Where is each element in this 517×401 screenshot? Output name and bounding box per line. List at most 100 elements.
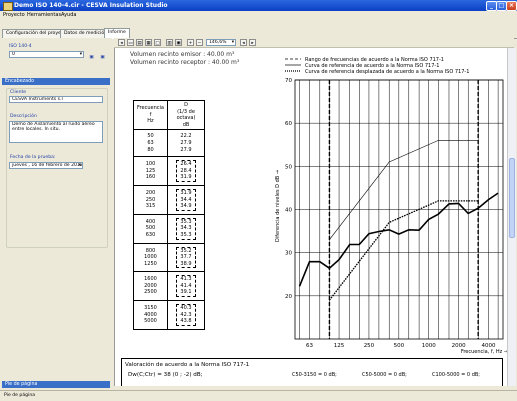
chart-legend: Rango de frecuencias de acuerdo a la Nor…	[285, 57, 469, 75]
chart-plot-area: 20304050607063 125 250 500 1000 2000 4000	[285, 78, 504, 349]
d-value: 41.4	[180, 282, 192, 289]
y-tick-label: 50	[285, 164, 292, 170]
report-page: Volumen recinto emisor : 40.00 m³ Volume…	[114, 48, 508, 386]
d-value: 38.9	[180, 260, 192, 267]
zoom-fit-icon[interactable]: ▣	[175, 39, 182, 46]
d-value: 27.9	[180, 139, 192, 146]
zoom-value: 146,6%	[209, 40, 227, 45]
y-tick-label: 20	[285, 294, 292, 300]
d-value: 35.2	[180, 247, 192, 254]
freq-cell: 100 125 160	[133, 156, 168, 186]
menu-proyecto[interactable]: Proyecto	[3, 12, 25, 18]
save-icon[interactable]: ▣	[88, 54, 95, 61]
table-row: 200 250 315 31.9 34.4 34.9	[133, 184, 205, 215]
menu-herramientas[interactable]: Herramientas	[27, 12, 61, 18]
print-setup-icon[interactable]: ▤	[136, 39, 143, 46]
freq-value: 400	[145, 218, 156, 225]
d-cell: 22.2 27.9 27.9	[167, 129, 205, 158]
d-value: 26.4	[180, 161, 192, 168]
freq-value: 80	[147, 146, 154, 153]
header-section-title[interactable]: Encabezado	[2, 78, 110, 85]
print-icon[interactable]: ▭	[127, 39, 134, 46]
standard-select[interactable]: 0 ▾	[9, 51, 84, 58]
legend-entry: Curva de referencia desplazada de acuerd…	[305, 69, 469, 75]
freq-header-1: Frecuencia	[137, 105, 164, 112]
d-value: 22.2	[180, 133, 192, 140]
vertical-scrollbar[interactable]	[507, 48, 516, 386]
report-toolbar: ◂ ▭ ▤ ▦ □ ▥ ▣ + − 146,6% ▾ ◂ ▸	[114, 38, 514, 48]
d-value: 35.3	[180, 231, 192, 238]
freq-value: 2500	[144, 289, 157, 296]
evaluated-values-box: 31.9 34.4 34.9	[176, 188, 196, 211]
chevron-down-icon: ▾	[231, 40, 234, 45]
page-icon[interactable]: □	[154, 39, 161, 46]
app-icon	[3, 2, 13, 11]
scrollbar-thumb[interactable]	[509, 158, 515, 238]
client-input[interactable]: CESVA Instruments s.l	[9, 96, 103, 103]
shifted-reference-curve	[328, 200, 479, 301]
zoom-out-icon[interactable]: −	[196, 39, 203, 46]
chart-ylabel: Diferencia de niveles D dB →	[275, 170, 281, 242]
date-value: jueves , 16 de febrero de 2012	[12, 163, 83, 168]
y-tick-label: 60	[285, 121, 292, 127]
c-term-2: C50-5000 = 0 dB;	[362, 372, 407, 378]
x-tick-label: 500	[394, 343, 405, 349]
client-label: Cliente	[10, 90, 27, 95]
d-value: 42.3	[180, 311, 192, 318]
standard-select-value: 0	[12, 52, 15, 57]
x-tick-label: 63	[306, 343, 313, 349]
prev-page-icon[interactable]: ◂	[240, 39, 247, 46]
freq-value: 250	[145, 196, 156, 203]
chevron-down-icon: ▾	[79, 52, 82, 57]
freq-value: 3150	[144, 305, 157, 312]
freq-cell: 400 500 630	[133, 213, 168, 244]
freq-header-3: Hz	[147, 118, 154, 125]
freq-value: 800	[145, 247, 156, 254]
save-as-icon[interactable]: ▣	[99, 54, 106, 61]
multi-page-icon[interactable]: ▥	[166, 39, 173, 46]
d-header-2: (1/3 de	[177, 108, 195, 115]
volume-emitter: Volumen recinto emisor : 40.00 m³	[130, 51, 235, 58]
freq-value: 315	[145, 203, 156, 210]
table-row: 1600 2000 2500 41.3 41.4 39.1	[133, 271, 205, 302]
left-panel: ISO 140-4 0 ▾ ▣ ▣ Encabezado Cliente CES…	[0, 38, 112, 390]
results-table: Frecuencia f Hz D (1/3 de octava) dB 50 6…	[133, 99, 205, 330]
date-picker[interactable]: jueves , 16 de febrero de 2012 ▾	[9, 162, 83, 169]
zoom-select[interactable]: 146,6% ▾	[206, 39, 236, 46]
evaluated-values-box: 41.3 41.4 39.1	[176, 275, 196, 298]
freq-cell: 50 63 80	[133, 129, 168, 158]
menu-ayuda[interactable]: Ayuda	[61, 12, 76, 18]
volume-receiver: Volumen recinto receptor : 40.00 m³	[130, 59, 240, 66]
freq-value: 2000	[144, 282, 157, 289]
export-icon[interactable]: ▦	[145, 39, 152, 46]
d-value: 27.9	[180, 146, 192, 153]
y-tick-label: 70	[285, 78, 292, 84]
freq-value: 100	[145, 161, 156, 168]
footer-section-title[interactable]: Pie de página	[2, 381, 110, 388]
freq-value: 1250	[144, 260, 157, 267]
evaluated-values-box: 40.3 42.3 43.8	[176, 304, 196, 326]
first-page-icon[interactable]: ◂	[118, 39, 125, 46]
evaluation-title: Valoración de acuerdo a la Norma ISO 717…	[125, 362, 250, 368]
table-row: 100 125 160 26.4 28.4 31.9	[133, 156, 205, 186]
freq-header-2: f	[149, 111, 152, 118]
zoom-in-icon[interactable]: +	[187, 39, 194, 46]
description-label: Descripción	[10, 114, 37, 119]
reference-curve	[329, 140, 479, 240]
evaluated-values-box: 35.2 37.7 38.9	[176, 246, 196, 269]
freq-value: 500	[145, 225, 156, 232]
close-button[interactable]: ×	[506, 1, 517, 11]
d-value: 39.1	[180, 289, 192, 296]
freq-cell: 1600 2000 2500	[133, 271, 168, 302]
y-tick-label: 30	[285, 251, 292, 257]
d-header-1: D	[184, 102, 188, 108]
d-value: 41.3	[180, 276, 192, 283]
c-term-3: C100-5000 = 0 dB;	[432, 372, 480, 378]
next-page-icon[interactable]: ▸	[249, 39, 256, 46]
d-value: 35.3	[180, 218, 192, 225]
freq-value: 50	[147, 133, 154, 140]
y-tick-label: 40	[285, 208, 292, 214]
d-cell: 41.3 41.4 39.1	[167, 271, 205, 302]
description-input[interactable]: Demo de Aislamiento al ruido aéreo entre…	[9, 121, 103, 143]
d-value: 34.3	[180, 225, 192, 232]
